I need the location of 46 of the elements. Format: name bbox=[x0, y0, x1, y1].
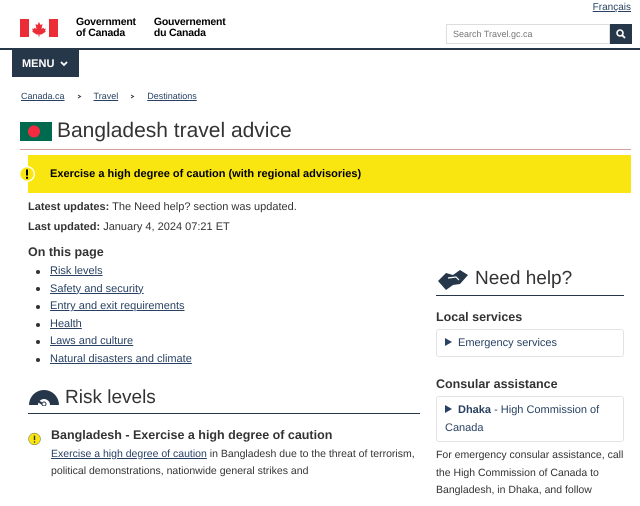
caret-right-icon bbox=[445, 338, 452, 346]
caret-right-icon bbox=[445, 405, 452, 413]
bullet-icon bbox=[36, 358, 40, 362]
bullet-icon bbox=[36, 304, 40, 309]
page-link[interactable]: Safety and security bbox=[50, 280, 144, 298]
search-field[interactable]: Search Travel.gc.ca bbox=[446, 24, 610, 44]
bullet-icon bbox=[36, 340, 40, 344]
canada-flag-icon bbox=[20, 19, 58, 37]
bullet-icon bbox=[36, 322, 40, 327]
section-heading: On this page bbox=[28, 245, 105, 259]
gauge-icon bbox=[28, 389, 60, 406]
risk-title: Bangladesh - Exercise a high degree of caution bbox=[51, 428, 334, 442]
government-name: Government of Canada bbox=[76, 17, 136, 39]
update-text: Latest updates: The Need help? section was updated. bbox=[28, 201, 298, 213]
advisory-text: Exercise a high degree of caution (with regional advisories) bbox=[50, 168, 362, 180]
section-heading: Risk levels bbox=[65, 386, 156, 409]
breadcrumb-link[interactable]: Travel bbox=[94, 91, 118, 101]
separator-icon bbox=[76, 94, 82, 98]
breadcrumb-link[interactable]: Canada.ca bbox=[21, 91, 65, 101]
bullet-icon bbox=[36, 287, 40, 292]
section-heading: Need help? bbox=[475, 268, 572, 290]
page-link[interactable]: Natural disasters and climate bbox=[50, 350, 192, 369]
search-icon bbox=[616, 29, 626, 39]
menu-button[interactable]: MENU bbox=[12, 50, 79, 77]
page-link[interactable]: Entry and exit requirements bbox=[50, 298, 185, 316]
risk-link[interactable]: Exercise a high degree of caution bbox=[51, 448, 207, 460]
page-link[interactable]: Risk levels bbox=[50, 263, 103, 281]
breadcrumb-link[interactable]: Destinations bbox=[147, 91, 197, 101]
government-name: Gouvernement du Canada bbox=[154, 17, 226, 39]
handshake-icon bbox=[436, 267, 470, 291]
bullet-icon bbox=[36, 270, 40, 274]
language-link[interactable]: Français bbox=[592, 2, 631, 13]
consular-text: For emergency consular assistance, call the High Commission of Canada to Bangladesh, in Dhaka, and follow bbox=[436, 448, 624, 498]
search-button[interactable] bbox=[610, 24, 632, 44]
chevron-icon bbox=[60, 60, 68, 66]
risk-description: Exercise a high degree of caution in Bangladesh due to the threat of terrorism, political demonstrations, nationwide general strikes and bbox=[51, 446, 416, 480]
update-text: Last updated: January 4, 2024 07:21 ET bbox=[28, 221, 231, 233]
page-title: Bangladesh travel advice bbox=[57, 119, 292, 143]
expandable-summary[interactable]: Dhaka - High Commission of Canada bbox=[436, 396, 624, 442]
subsection-heading: Local services bbox=[436, 310, 524, 324]
separator-icon bbox=[130, 94, 136, 98]
expandable-summary[interactable]: Emergency services bbox=[436, 329, 624, 357]
subsection-heading: Consular assistance bbox=[436, 377, 559, 391]
page-link[interactable]: Laws and culture bbox=[50, 333, 134, 351]
page-link[interactable]: Health bbox=[50, 316, 82, 334]
bangladesh-flag-icon bbox=[20, 122, 52, 140]
